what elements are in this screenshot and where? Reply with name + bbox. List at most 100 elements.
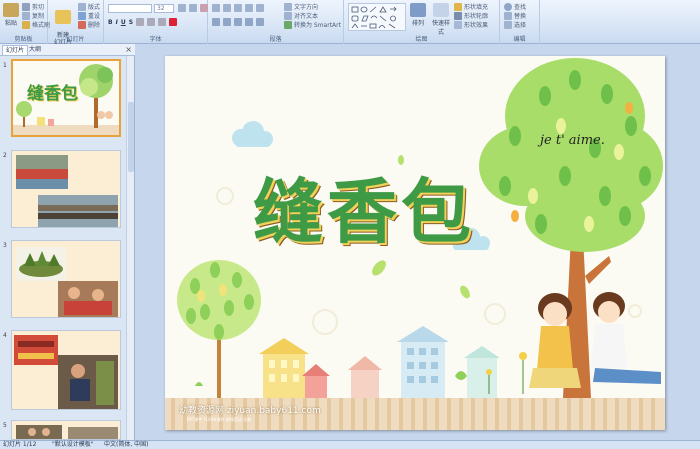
font-name-combo[interactable]	[108, 4, 152, 13]
align-right-icon[interactable]	[234, 18, 242, 26]
text-direction-button[interactable]: 文字方向	[284, 2, 318, 11]
watermark-text: 幼教资源网 ziyuan.baby611.com	[179, 406, 321, 416]
shape-outline-button[interactable]: 形状轮廓	[454, 11, 488, 20]
panel-tabs: 幻灯片 大纲 ×	[0, 44, 135, 56]
watermark-subtext: PPT课件 FLASH课件 视频活动 试卷	[187, 417, 251, 422]
close-panel-icon[interactable]: ×	[125, 45, 132, 54]
slide-thumbnail-5[interactable]	[11, 420, 121, 440]
shadow-icon[interactable]	[136, 18, 145, 26]
thumb-5-photos	[12, 421, 120, 439]
thumbnail-scrollbar[interactable]	[126, 56, 134, 440]
justify-icon[interactable]	[245, 18, 253, 26]
quick-styles-button[interactable]: 快速样式	[430, 3, 452, 36]
tab-outline[interactable]: 大纲	[26, 45, 44, 55]
clipboard-group-label: 剪贴板	[14, 36, 33, 43]
grow-font-icon[interactable]	[178, 4, 186, 12]
select-icon	[504, 20, 512, 29]
bold-icon[interactable]: B	[108, 19, 113, 26]
slide-title[interactable]: 缝香包	[253, 156, 475, 257]
new-slide-icon	[55, 10, 71, 24]
numbering-icon[interactable]	[223, 4, 231, 12]
editing-group-label: 编辑	[513, 36, 526, 43]
underline-icon[interactable]: U	[121, 19, 126, 26]
decrease-indent-icon[interactable]	[234, 4, 242, 12]
layout-icon	[78, 2, 86, 11]
tab-slides[interactable]: 幻灯片	[2, 45, 29, 55]
thumb-3-photos	[12, 241, 120, 317]
font-group-label: 字体	[149, 36, 162, 43]
script-text: je t' aime.	[540, 133, 605, 148]
slide-thumbnail-2[interactable]	[11, 150, 121, 228]
smartart-icon	[284, 20, 292, 29]
reset-button[interactable]: 重设	[78, 11, 100, 20]
paragraph-group-label: 段落	[269, 36, 282, 43]
paste-button[interactable]: 粘贴	[3, 3, 19, 27]
shape-fill-button[interactable]: 形状填充	[454, 2, 488, 11]
line-spacing-icon[interactable]	[256, 4, 264, 12]
slide-thumbnail-4[interactable]	[11, 330, 121, 410]
clipboard-group: 粘贴 剪切 复制 格式刷 剪贴板	[0, 0, 50, 44]
thumb-number: 2	[3, 152, 7, 159]
quick-styles-icon	[433, 3, 449, 17]
font-style-row: B I U S	[108, 18, 178, 26]
shapes-gallery[interactable]	[348, 3, 406, 31]
slide-thumbnail-1[interactable]: 缝香包	[11, 59, 121, 137]
drawing-group: 排列 快速样式 形状填充 形状轮廓 形状效果 绘图	[344, 0, 500, 44]
find-button[interactable]: 查找	[504, 2, 526, 11]
columns-icon[interactable]	[256, 18, 264, 26]
font-size-buttons	[178, 4, 208, 12]
text-direction-icon	[284, 2, 292, 11]
shrink-font-icon[interactable]	[189, 4, 197, 12]
thumb-number: 5	[3, 422, 7, 429]
change-case-icon[interactable]	[158, 18, 167, 26]
smartart-button[interactable]: 转换为 SmartArt	[284, 20, 341, 29]
increase-indent-icon[interactable]	[245, 4, 253, 12]
slide-canvas: 缝香包 je t' aime. 幼教资源网 ziyuan.baby611.com…	[136, 44, 700, 440]
font-color-icon[interactable]	[169, 18, 178, 26]
drawing-group-label: 绘图	[415, 36, 428, 43]
reset-icon	[78, 11, 86, 20]
arrange-button[interactable]: 排列	[410, 3, 426, 27]
status-bar: 幻灯片 1/12 "默认设计模板" 中文(简体, 中国)	[0, 440, 700, 449]
paragraph-group: 文字方向 对齐文本 转换为 SmartArt 段落	[208, 0, 344, 44]
copy-icon	[22, 11, 30, 20]
bullets-icon[interactable]	[212, 4, 220, 12]
ribbon: 粘贴 剪切 复制 格式刷 剪贴板 新建 幻灯片 版式 重设 删除 幻灯片 32 …	[0, 0, 700, 46]
thumb-number: 4	[3, 332, 7, 339]
slides-group-label: 幻灯片	[66, 36, 85, 43]
outline-icon	[454, 11, 462, 20]
strikethrough-icon[interactable]: S	[129, 19, 133, 26]
current-slide[interactable]: 缝香包 je t' aime. 幼教资源网 ziyuan.baby611.com…	[165, 56, 665, 430]
delete-slide-button[interactable]: 删除	[78, 20, 100, 29]
brush-icon	[22, 20, 30, 29]
replace-icon	[504, 11, 512, 20]
select-button[interactable]: 选择	[504, 20, 526, 29]
shape-effects-button[interactable]: 形状效果	[454, 20, 488, 29]
slide-thumbnail-3[interactable]	[11, 240, 121, 318]
slides-panel: 幻灯片 大纲 × 1 缝香包 2 3 4 5	[0, 44, 135, 440]
scrollbar-thumb[interactable]	[128, 102, 134, 172]
format-painter-button[interactable]: 格式刷	[22, 20, 50, 29]
font-size-combo[interactable]: 32	[154, 4, 174, 13]
shapes-icon	[351, 6, 397, 29]
fill-icon	[454, 2, 462, 11]
layout-button[interactable]: 版式	[78, 2, 100, 11]
list-buttons	[212, 4, 264, 12]
align-left-icon[interactable]	[212, 18, 220, 26]
slides-group: 新建 幻灯片 版式 重设 删除 幻灯片	[48, 0, 104, 46]
align-center-icon[interactable]	[223, 18, 231, 26]
theme-name: "默认设计模板"	[52, 441, 94, 448]
thumb-number: 1	[3, 62, 7, 69]
slide-counter: 幻灯片 1/12	[3, 441, 37, 448]
char-spacing-icon[interactable]	[147, 18, 156, 26]
align-text-button[interactable]: 对齐文本	[284, 11, 318, 20]
clear-format-icon[interactable]	[200, 4, 208, 12]
italic-icon[interactable]: I	[116, 19, 118, 26]
thumb-1-title: 缝香包	[27, 84, 78, 104]
language-indicator: 中文(简体, 中国)	[104, 441, 149, 448]
thumb-4-photos	[12, 331, 120, 409]
align-text-icon	[284, 11, 292, 20]
replace-button[interactable]: 替换	[504, 11, 526, 20]
copy-button[interactable]: 复制	[22, 11, 44, 20]
cut-button[interactable]: 剪切	[22, 2, 44, 11]
